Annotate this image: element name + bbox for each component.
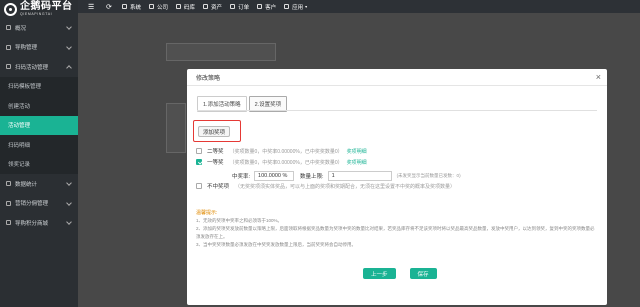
tip-line: 1、无效的奖项中奖率之和必须等于100%。 — [196, 218, 283, 223]
topbar-label: 系统 — [130, 4, 142, 11]
topbar-label: 订单 — [238, 4, 250, 11]
chevron-down-icon — [66, 199, 72, 206]
topbar-label: 公司 — [157, 4, 169, 11]
sidebar-item-commission[interactable]: 营销分佣管理 — [0, 194, 78, 214]
rate-input[interactable]: 100.0000 % — [254, 171, 295, 181]
sidebar-item-label: 概况 — [15, 25, 27, 32]
prize-row: 二等奖 （奖项数量0，中奖率0.00000%，已中奖奖数量0） 奖项明细 — [196, 147, 367, 155]
grid-icon — [284, 4, 290, 9]
chevron-up-icon — [66, 65, 72, 71]
add-prize-button[interactable]: 添加奖项 — [198, 126, 230, 137]
sidebar: 企鹅码平台 QIEMAPINGTAI 概况 导购管理 扫码活动管理 扫码模板管理… — [0, 0, 78, 307]
sidebar-item-guide[interactable]: 导购管理 — [0, 38, 78, 58]
app-logo[interactable]: 企鹅码平台 QIEMAPINGTAI — [0, 0, 78, 18]
prize-name: 一等奖 — [207, 160, 224, 166]
topbar-label: 应用 — [292, 4, 304, 11]
mall-icon — [6, 220, 11, 226]
guide-icon — [6, 44, 11, 50]
prize-detail-link[interactable]: 奖项明细 — [347, 159, 367, 166]
activity-icon — [6, 64, 11, 70]
sidebar-item-stats[interactable]: 数据统计 — [0, 174, 78, 194]
logo-sub: QIEMAPINGTAI — [20, 11, 53, 16]
topbar-item-company[interactable]: 公司 — [149, 3, 168, 11]
sidebar-item-label: 数据统计 — [15, 181, 38, 188]
caret-down-icon: ▾ — [305, 4, 308, 9]
sidebar-subitem-manage[interactable]: 活动管理 — [0, 115, 78, 135]
rate-hint: (未发奖显示当前数量已发数：0) — [396, 173, 461, 178]
sidebar-item-mall[interactable]: 导购积分商城 — [0, 213, 78, 233]
refresh-icon[interactable]: ⟳ — [106, 3, 114, 11]
topbar-item-codebase[interactable]: 码库 — [176, 3, 195, 11]
topbar-item-orders[interactable]: 订单 — [230, 3, 249, 11]
chevron-down-icon — [66, 43, 72, 50]
topbar-item-assets[interactable]: 资产 — [203, 3, 222, 11]
rate-row: 中奖率: 100.0000 % 数量上限: 1 (未发奖显示当前数量已发数：0) — [232, 171, 461, 181]
chevron-down-icon — [66, 180, 72, 186]
background-textarea — [166, 43, 276, 61]
tips: 温馨提示: 1、无效的奖项中奖率之和必须等于100%。 2、添加的奖项奖发放前数… — [196, 209, 596, 249]
sidebar-item-label: 导购管理 — [15, 45, 38, 52]
modal-footer: 上一步 保存 — [363, 268, 451, 279]
prize-detail-link[interactable]: 奖项明细 — [347, 148, 367, 155]
top-bar: ☰ ⟳ 系统 公司 码库 资产 订单 客户 应用 ▾ — [78, 0, 640, 13]
topbar-label: 资产 — [211, 4, 223, 11]
tip-line: 3、当中奖奖项数量必须发放在中奖奖发放数量上限后，当前奖奖将会自动停用。 — [196, 242, 356, 247]
sidebar-item-label: 导购积分商城 — [15, 220, 49, 227]
overview-icon — [6, 25, 11, 31]
sidebar-item-label: 营销分佣管理 — [15, 201, 49, 208]
prize-checkbox[interactable] — [196, 148, 202, 154]
tips-title: 温馨提示: — [196, 210, 218, 216]
logo-name: 企鹅码平台 — [20, 0, 73, 12]
logo-icon — [4, 2, 17, 16]
limit-input[interactable]: 1 — [327, 171, 392, 181]
tip-line: 2、添加的奖项奖发放前数量以策略上限，后面领取将根据奖品数量为奖项中奖的数量比对… — [196, 226, 595, 239]
prize-checkbox[interactable] — [196, 183, 202, 189]
monitor-icon — [122, 4, 127, 9]
prev-step-button[interactable]: 上一步 — [363, 268, 396, 279]
prize-name: 不中奖项 — [207, 184, 230, 190]
sidebar-subitem-template[interactable]: 扫码模板管理 — [0, 76, 78, 96]
sidebar-subitem-claim-record[interactable]: 领奖记录 — [0, 154, 78, 174]
prize-name: 二等奖 — [207, 149, 224, 155]
prize-checkbox[interactable] — [196, 159, 202, 165]
topbar-item-system[interactable]: 系统 — [122, 3, 141, 11]
background-form-panel — [166, 103, 186, 153]
prize-meta: （奖项数量0，中奖率0.00000%，已中奖奖数量0） — [229, 159, 343, 166]
divider — [197, 110, 597, 111]
sidebar-item-label: 扫码活动管理 — [15, 64, 49, 71]
rate-label: 中奖率: — [232, 174, 251, 180]
asset-icon — [203, 4, 209, 9]
order-icon — [230, 4, 236, 9]
sidebar-subitem-create[interactable]: 创建活动 — [0, 96, 78, 116]
prize-row: 不中奖项 （无奖奖项须实体奖品，可以与上面的奖项和奖期配合，无须在这里设置不中奖… — [196, 182, 455, 190]
prize-row: 一等奖 （奖项数量0，中奖率0.00000%，已中奖奖数量0） 奖项明细 — [196, 158, 367, 166]
commission-icon — [6, 200, 11, 206]
save-button[interactable]: 保存 — [409, 268, 437, 279]
sidebar-subitem-scan-detail[interactable]: 扫码明细 — [0, 135, 78, 155]
topbar-item-apps[interactable]: 应用 ▾ — [284, 3, 307, 11]
topbar-label: 客户 — [265, 4, 277, 11]
sidebar-item-scan-activity[interactable]: 扫码活动管理 — [0, 57, 78, 77]
limit-label: 数量上限: — [300, 174, 324, 180]
menu-toggle-icon[interactable]: ☰ — [88, 3, 96, 11]
chevron-down-icon — [66, 219, 72, 225]
topbar-item-customers[interactable]: 客户 — [257, 3, 276, 11]
prize-meta: （奖项数量0，中奖率0.00000%，已中奖奖数量0） — [229, 148, 343, 155]
user-icon — [257, 4, 263, 9]
stats-icon — [6, 181, 11, 187]
database-icon — [176, 4, 182, 9]
building-icon — [149, 4, 155, 9]
prize-meta: （无奖奖项须实体奖品，可以与上面的奖项和奖期配合，无须在这里设置不中奖的概率及奖… — [235, 183, 456, 190]
topbar-label: 码库 — [184, 4, 196, 11]
sidebar-item-overview[interactable]: 概况 — [0, 18, 78, 38]
chevron-down-icon — [66, 24, 72, 30]
